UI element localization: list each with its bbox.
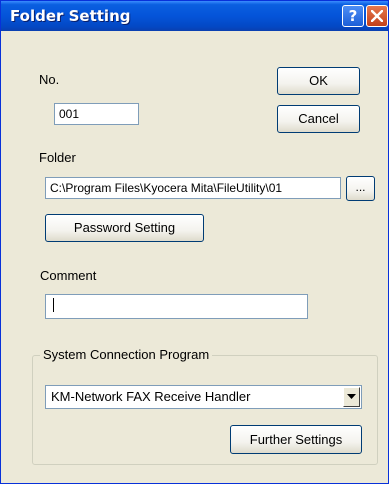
system-connection-select[interactable]: KM-Network FAX Receive Handler <box>45 385 362 409</box>
comment-label: Comment <box>40 268 97 283</box>
ok-button-label: OK <box>309 73 328 88</box>
folder-label: Folder <box>39 150 76 165</box>
cancel-button[interactable]: Cancel <box>277 105 360 133</box>
comment-field[interactable] <box>45 294 308 319</box>
chevron-down-icon <box>347 394 356 399</box>
further-settings-button[interactable]: Further Settings <box>230 425 362 454</box>
ok-button[interactable]: OK <box>277 67 360 95</box>
system-connection-group-label: System Connection Program <box>40 347 213 362</box>
text-caret <box>53 298 54 312</box>
further-settings-label: Further Settings <box>249 432 343 447</box>
browse-button[interactable]: ... <box>346 176 375 201</box>
cancel-button-label: Cancel <box>298 111 339 126</box>
folder-setting-dialog: Folder Setting ? No. 001 OK Cancel Folde… <box>0 0 389 484</box>
close-icon <box>371 10 383 22</box>
close-button[interactable] <box>366 5 388 27</box>
window-title: Folder Setting <box>10 7 131 25</box>
no-label: No. <box>39 72 60 87</box>
dropdown-arrow-button[interactable] <box>343 387 360 407</box>
help-button[interactable]: ? <box>342 5 364 27</box>
no-field[interactable]: 001 <box>54 103 139 125</box>
browse-button-label: ... <box>355 180 366 194</box>
password-setting-button[interactable]: Password Setting <box>45 214 204 242</box>
title-bar[interactable]: Folder Setting ? <box>1 1 388 31</box>
system-connection-selected-value: KM-Network FAX Receive Handler <box>51 389 251 404</box>
password-setting-label: Password Setting <box>73 220 176 235</box>
folder-path-field[interactable]: C:\Program Files\Kyocera Mita\FileUtilit… <box>45 177 341 199</box>
